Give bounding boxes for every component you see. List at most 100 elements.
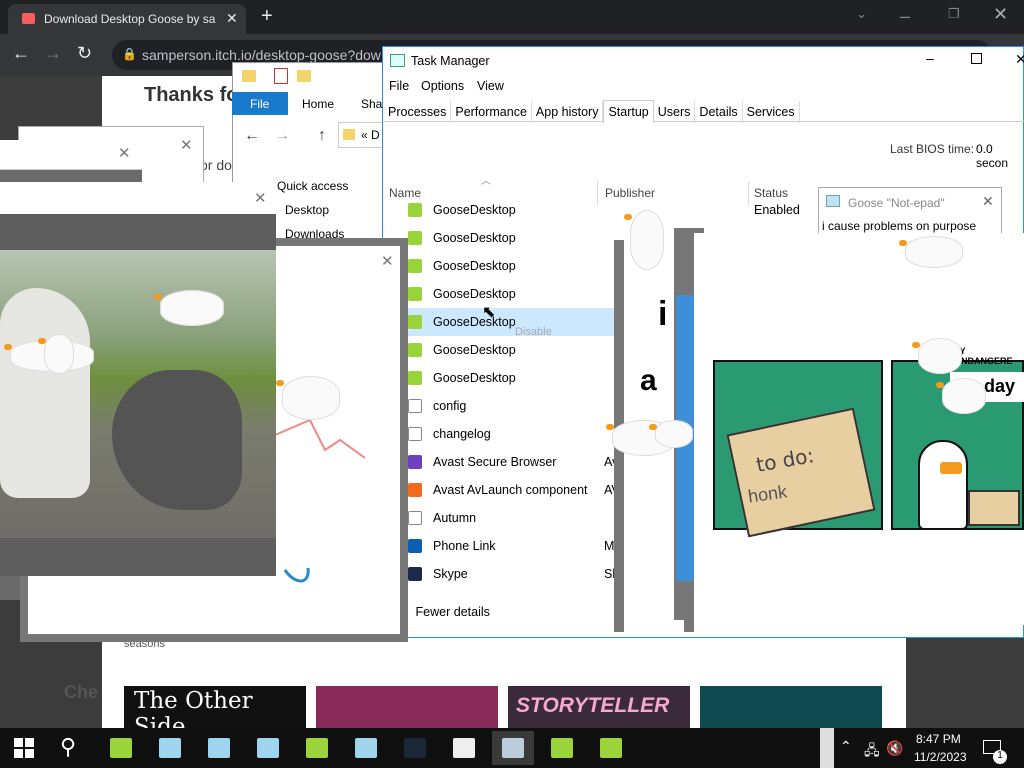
tab-processes[interactable]: Processes [384, 101, 452, 123]
close-icon[interactable]: ✕ [381, 252, 394, 270]
forward-arrow-icon[interactable]: → [44, 43, 62, 64]
goose-beak [154, 294, 162, 300]
steam-icon[interactable] [394, 731, 436, 765]
game-card-4[interactable] [700, 686, 882, 728]
close-icon[interactable]: ✕ [993, 4, 1008, 25]
restore-icon[interactable]: ❐ [948, 6, 960, 22]
desktop-goose[interactable] [912, 338, 962, 374]
goose-app-icon[interactable] [590, 731, 632, 765]
notepad-icon[interactable] [247, 731, 289, 765]
back-arrow-icon[interactable]: ← [244, 127, 260, 145]
startup-row[interactable]: Autumn [408, 504, 476, 532]
up-arrow-icon[interactable]: ↑ [318, 127, 326, 145]
minimize-icon[interactable]: – [926, 50, 934, 66]
goose-beak [606, 424, 614, 430]
goose-app-icon[interactable] [100, 731, 142, 765]
notepad-icon-glyph [257, 738, 279, 758]
tab-performance[interactable]: Performance [451, 101, 532, 123]
ribbon-tab-home[interactable]: Home [302, 97, 334, 111]
desktop-goose[interactable] [899, 236, 963, 268]
task-manager-icon[interactable] [492, 731, 534, 765]
startup-row[interactable]: Avast AvLaunch component [408, 476, 588, 504]
game-card-2[interactable] [316, 686, 498, 728]
startup-row[interactable]: GooseDesktop [408, 336, 516, 364]
menu-view[interactable]: View [477, 79, 504, 93]
fewer-details-link[interactable]: ⌃Fewer details [402, 605, 490, 619]
menu-file[interactable]: File [389, 79, 409, 93]
desktop-goose[interactable] [38, 334, 74, 374]
ribbon-tab-file[interactable]: File [232, 92, 288, 115]
tab-close-icon[interactable]: ✕ [226, 10, 238, 27]
tab-app-history[interactable]: App history [532, 101, 604, 123]
startup-row[interactable]: Avast Secure Browser [408, 448, 556, 476]
back-arrow-icon[interactable]: ← [12, 43, 30, 64]
game-card-storyteller[interactable]: STORYTELLER [508, 686, 690, 728]
desktop-goose[interactable] [276, 376, 340, 420]
chevron-up-icon[interactable]: ⌃ [840, 738, 852, 755]
nav-desktop[interactable]: Desktop [285, 203, 329, 217]
desktop-goose[interactable] [936, 378, 986, 414]
desktop-goose[interactable] [649, 420, 693, 448]
close-icon[interactable]: ✕ [118, 144, 131, 162]
notepad-text[interactable]: i cause problems on purpose [822, 219, 1002, 233]
game-card-the-other-side[interactable]: The Other Side [124, 686, 306, 740]
bios-time-value: 0.0 secon [976, 142, 1009, 170]
startup-row-name: GooseDesktop [433, 259, 516, 273]
ribbon-tab-share[interactable]: Sha [361, 97, 382, 111]
clock-time[interactable]: 8:47 PM [916, 732, 961, 746]
startup-row[interactable]: Skype [408, 560, 468, 588]
column-divider [748, 182, 749, 206]
nav-quick-access[interactable]: Quick access [277, 179, 348, 193]
file-icon [408, 511, 422, 525]
startup-row[interactable]: GooseDesktop [408, 252, 516, 280]
notepad-icon[interactable] [198, 731, 240, 765]
reload-icon[interactable]: ↻ [77, 43, 92, 64]
explorer-path-text: « D [361, 128, 380, 142]
chevron-down-icon[interactable]: ⌄ [856, 6, 867, 22]
startup-row[interactable]: GooseDesktop [408, 224, 516, 252]
goose-beak [276, 380, 284, 386]
desktop-goose[interactable] [154, 290, 224, 326]
startup-row[interactable]: GooseDesktop [408, 364, 516, 392]
tab-services[interactable]: Services [743, 101, 800, 123]
tab-users[interactable]: Users [654, 101, 696, 123]
startup-row[interactable]: GooseDesktop [408, 280, 516, 308]
network-icon[interactable]: 🖧 [864, 740, 880, 764]
desktop-goose[interactable] [624, 210, 664, 270]
startup-row[interactable]: GooseDesktop [408, 196, 516, 224]
7zip-icon[interactable] [443, 731, 485, 765]
tab-details[interactable]: Details [695, 101, 743, 123]
close-icon[interactable]: ✕ [982, 193, 994, 210]
forward-arrow-icon[interactable]: → [274, 127, 290, 145]
close-icon[interactable]: ✕ [254, 189, 267, 207]
goose-app-icon[interactable] [541, 731, 583, 765]
menu-options[interactable]: Options [421, 79, 464, 93]
search-icon[interactable]: ⚲ [60, 734, 76, 760]
goose-beak [936, 382, 944, 388]
column-publisher[interactable]: Publisher [605, 186, 655, 200]
close-icon[interactable]: ✕ [1015, 51, 1024, 68]
sort-up-icon: ︿ [481, 176, 491, 187]
notepad-icon[interactable] [149, 731, 191, 765]
startup-row[interactable]: GooseDesktop [408, 308, 516, 336]
tab-startup[interactable]: Startup [603, 100, 654, 123]
goose-app-icon [408, 203, 422, 217]
startup-row[interactable]: Phone Link [408, 532, 496, 560]
clock-date[interactable]: 11/2/2023 [914, 750, 967, 764]
windows-start-icon[interactable] [14, 738, 34, 758]
browser-tab[interactable]: Download Desktop Goose by sa ✕ [8, 4, 246, 34]
maximize-icon[interactable] [971, 53, 982, 64]
close-icon[interactable]: ✕ [180, 136, 193, 154]
startup-row[interactable]: changelog [408, 420, 491, 448]
context-menu-hint: Disable [515, 326, 552, 338]
column-status[interactable]: Status [754, 186, 788, 200]
notepad-icon[interactable] [345, 731, 387, 765]
goose-app-icon[interactable] [296, 731, 338, 765]
task-manager-tabs: Processes Performance App history Startup Us… [384, 100, 1024, 123]
mouse-cursor-icon: ⬉ [482, 304, 496, 321]
startup-row[interactable]: config [408, 392, 466, 420]
minimize-icon[interactable]: – [900, 6, 910, 27]
task-manager-title: Task Manager [411, 54, 490, 68]
new-tab-icon[interactable]: + [261, 5, 273, 28]
volume-muted-icon[interactable]: 🔇 [886, 740, 903, 757]
